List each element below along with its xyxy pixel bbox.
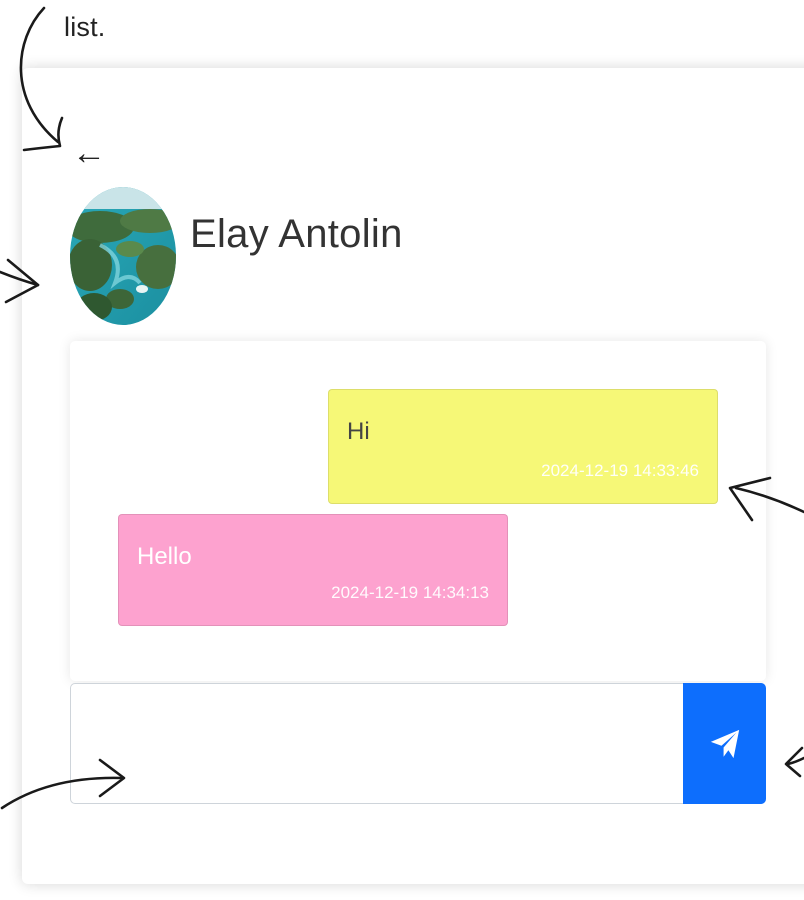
message-timestamp: 2024-12-19 14:34:13 — [331, 583, 489, 602]
message-input[interactable] — [70, 683, 684, 804]
message-timestamp: 2024-12-19 14:33:46 — [541, 461, 699, 480]
back-arrow-icon[interactable]: ← — [72, 133, 112, 173]
paper-plane-icon — [710, 729, 739, 758]
contact-name: Elay Antolin — [190, 212, 403, 256]
landscape-avatar-image — [70, 187, 176, 325]
avatar — [70, 187, 176, 325]
annotation-caption: list. — [64, 12, 106, 42]
message-text: Hi — [347, 418, 370, 445]
message-text: Hello — [137, 543, 192, 570]
message-bubble-sent: Hi 2024-12-19 14:33:46 — [328, 389, 718, 504]
send-button[interactable] — [683, 683, 766, 804]
message-bubble-received: Hello 2024-12-19 14:34:13 — [118, 514, 508, 626]
